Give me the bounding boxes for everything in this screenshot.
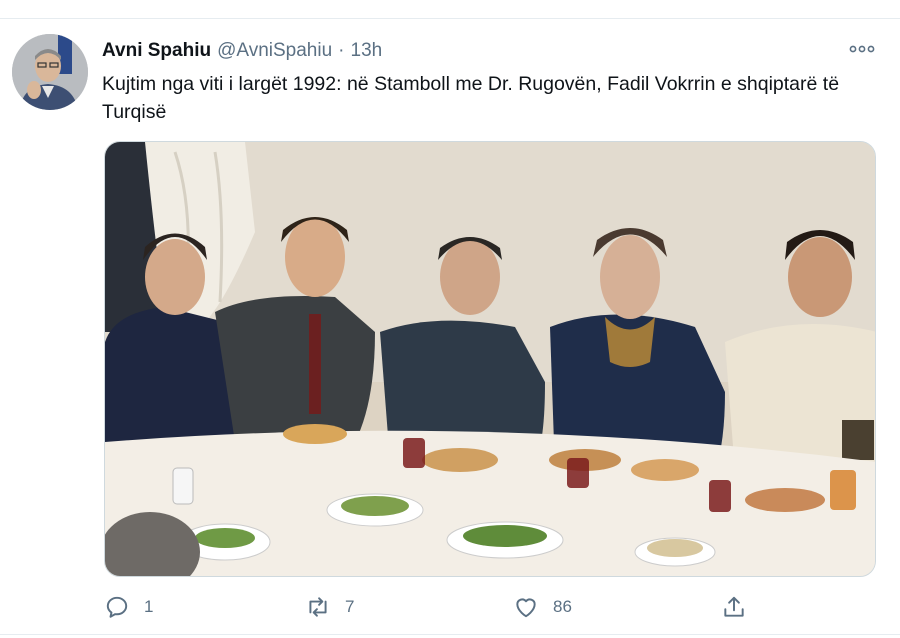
tweet-actions: 1 7 86 xyxy=(0,592,900,622)
retweet-icon xyxy=(309,597,327,617)
like-count: 86 xyxy=(553,597,572,616)
retweet-count: 7 xyxy=(345,597,355,616)
tweet-text: Kujtim nga viti i largët 1992: në Stambo… xyxy=(102,73,840,123)
separator-dot: · xyxy=(338,40,345,61)
display-name[interactable]: Avni Spahiu xyxy=(102,40,211,62)
share-icon xyxy=(724,596,744,617)
tweet-header: Avni Spahiu @AvniSpahiu · 13h xyxy=(102,39,382,63)
reply-count: 1 xyxy=(144,597,154,616)
tweet-photo[interactable] xyxy=(104,141,876,577)
avatar[interactable] xyxy=(12,34,88,110)
user-handle[interactable]: @AvniSpahiu xyxy=(217,40,332,62)
heart-icon xyxy=(516,598,536,618)
share-button[interactable] xyxy=(721,592,747,622)
avatar-photo xyxy=(12,34,88,110)
reply-button[interactable]: 1 xyxy=(104,592,153,622)
more-options-button[interactable] xyxy=(846,38,878,60)
bottom-divider xyxy=(0,634,900,635)
tweet-timestamp[interactable]: 13h xyxy=(351,40,383,62)
top-divider xyxy=(0,18,900,19)
group-photo-image xyxy=(105,142,875,576)
retweet-button[interactable]: 7 xyxy=(305,592,354,622)
like-button[interactable]: 86 xyxy=(513,592,572,622)
more-dots-icon xyxy=(849,45,875,53)
reply-icon xyxy=(106,596,128,618)
